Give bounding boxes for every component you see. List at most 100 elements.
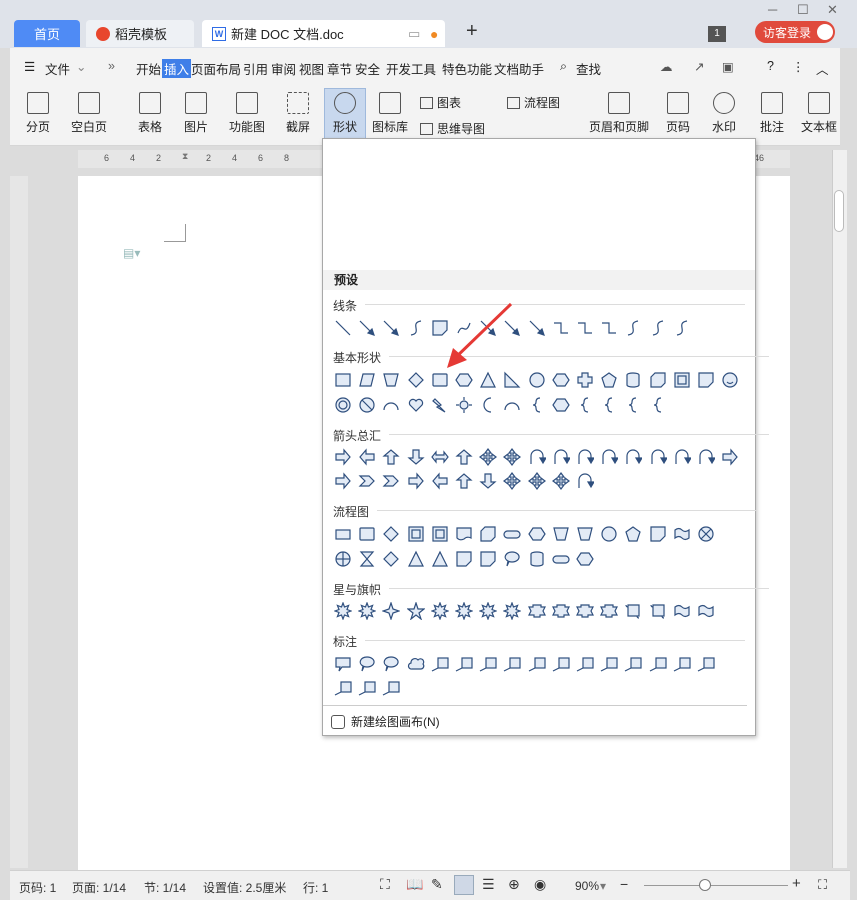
arrowline-shape-icon[interactable] xyxy=(355,317,379,339)
outline-view-icon[interactable]: ☰ xyxy=(482,876,495,893)
star4-shape-icon[interactable] xyxy=(379,600,403,622)
edit-mode-icon[interactable]: ✎ xyxy=(431,876,443,893)
curve-shape-icon[interactable] xyxy=(621,317,645,339)
tri-shape-icon[interactable] xyxy=(404,548,428,570)
menu-chapter[interactable]: 章节 xyxy=(327,59,352,78)
frame-shape-icon[interactable] xyxy=(428,523,452,545)
quad-shape-icon[interactable] xyxy=(500,470,524,492)
rtri-shape-icon[interactable] xyxy=(500,369,524,391)
fullscreen-icon[interactable]: ⛶ xyxy=(380,876,390,893)
collapse-ribbon-icon[interactable]: ︿ xyxy=(816,59,829,78)
flowchart-button[interactable]: 流程图 xyxy=(507,94,560,111)
uarrow-shape-icon[interactable] xyxy=(379,446,403,468)
pcircle-shape-icon[interactable] xyxy=(331,548,355,570)
maximize-button[interactable]: ☐ xyxy=(797,2,809,18)
cube-shape-icon[interactable] xyxy=(645,369,669,391)
brace-shape-icon[interactable] xyxy=(525,394,549,416)
uturn-shape-icon[interactable] xyxy=(525,446,549,468)
fold-shape-icon[interactable] xyxy=(645,523,669,545)
scrollbar-thumb[interactable] xyxy=(834,190,844,232)
wave-shape-icon[interactable] xyxy=(670,523,694,545)
zoom-in-button[interactable]: + xyxy=(792,875,801,892)
callout-shape-icon[interactable] xyxy=(331,653,355,675)
status-section[interactable]: 节: 1/14 xyxy=(144,879,186,896)
brace-shape-icon[interactable] xyxy=(573,394,597,416)
term-shape-icon[interactable] xyxy=(549,548,573,570)
quad-shape-icon[interactable] xyxy=(525,470,549,492)
chevron-shape-icon[interactable] xyxy=(355,470,379,492)
burst-shape-icon[interactable] xyxy=(476,600,500,622)
uturn-shape-icon[interactable] xyxy=(573,470,597,492)
fold-shape-icon[interactable] xyxy=(476,548,500,570)
star5-shape-icon[interactable] xyxy=(404,600,428,622)
search-icon[interactable]: ⌕ xyxy=(560,59,567,74)
ribbon-shape-icon[interactable] xyxy=(573,600,597,622)
function-chart-button[interactable]: 功能图 xyxy=(222,92,272,135)
mindmap-button[interactable]: 思维导图 xyxy=(420,120,485,137)
lcall-shape-icon[interactable] xyxy=(573,653,597,675)
menu-doc-assistant[interactable]: 文档助手 xyxy=(494,59,544,78)
rect-shape-icon[interactable] xyxy=(331,369,355,391)
brace-shape-icon[interactable] xyxy=(621,394,645,416)
frame-shape-icon[interactable] xyxy=(404,523,428,545)
ribbon-shape-icon[interactable] xyxy=(525,600,549,622)
arc-shape-icon[interactable] xyxy=(379,394,403,416)
curve-shape-icon[interactable] xyxy=(404,317,428,339)
menu-file[interactable]: 文件 xyxy=(45,59,70,78)
uturn-shape-icon[interactable] xyxy=(670,446,694,468)
close-button[interactable]: ✕ xyxy=(827,2,838,18)
lcall-shape-icon[interactable] xyxy=(452,653,476,675)
can-shape-icon[interactable] xyxy=(525,548,549,570)
burst-shape-icon[interactable] xyxy=(331,600,355,622)
para-shape-icon[interactable] xyxy=(355,369,379,391)
diamond-shape-icon[interactable] xyxy=(379,548,403,570)
wave-shape-icon[interactable] xyxy=(694,600,718,622)
web-view-icon[interactable]: ⊕ xyxy=(508,876,520,893)
lcall-shape-icon[interactable] xyxy=(525,653,549,675)
status-page-number[interactable]: 页码: 1 xyxy=(19,879,56,896)
trap-shape-icon[interactable] xyxy=(379,369,403,391)
status-pages[interactable]: 页面: 1/14 xyxy=(72,879,126,896)
term-shape-icon[interactable] xyxy=(500,523,524,545)
doc-shape-icon[interactable] xyxy=(452,523,476,545)
uturn-shape-icon[interactable] xyxy=(573,446,597,468)
chart-button[interactable]: 图表 xyxy=(420,94,461,111)
rrect-shape-icon[interactable] xyxy=(355,523,379,545)
elbow-shape-icon[interactable] xyxy=(549,317,573,339)
elbow-shape-icon[interactable] xyxy=(573,317,597,339)
smile-shape-icon[interactable] xyxy=(718,369,742,391)
burst-shape-icon[interactable] xyxy=(452,600,476,622)
lcall-shape-icon[interactable] xyxy=(379,677,403,699)
hex-shape-icon[interactable] xyxy=(452,369,476,391)
diamond-shape-icon[interactable] xyxy=(379,523,403,545)
wave-shape-icon[interactable] xyxy=(670,600,694,622)
lrarrow-shape-icon[interactable] xyxy=(428,446,452,468)
rarrow-shape-icon[interactable] xyxy=(331,446,355,468)
arrowline-shape-icon[interactable] xyxy=(379,317,403,339)
darrow-shape-icon[interactable] xyxy=(404,446,428,468)
share-icon[interactable]: ↗ xyxy=(694,59,704,74)
chevron-down-icon[interactable]: ⌄ xyxy=(76,59,86,74)
lcall-shape-icon[interactable] xyxy=(476,653,500,675)
uarrow-shape-icon[interactable] xyxy=(452,470,476,492)
lcall-shape-icon[interactable] xyxy=(670,653,694,675)
arc-shape-icon[interactable] xyxy=(500,394,524,416)
fit-window-icon[interactable]: ⛶ xyxy=(818,877,827,893)
lcall-shape-icon[interactable] xyxy=(645,653,669,675)
burst-shape-icon[interactable] xyxy=(500,600,524,622)
menu-review[interactable]: 审阅 xyxy=(271,59,296,78)
lcall-shape-icon[interactable] xyxy=(621,653,645,675)
zoom-out-button[interactable]: − xyxy=(620,876,628,892)
ocall-shape-icon[interactable] xyxy=(379,653,403,675)
cross-shape-icon[interactable] xyxy=(573,369,597,391)
shape-button[interactable]: 形状 xyxy=(324,88,366,142)
help-icon[interactable]: ? xyxy=(767,59,774,73)
blank-page-button[interactable]: 空白页 xyxy=(64,92,114,135)
tri-shape-icon[interactable] xyxy=(476,369,500,391)
minimize-button[interactable]: ─ xyxy=(768,2,777,17)
menu-insert[interactable]: 插入 xyxy=(162,59,192,78)
watermark-button[interactable]: 水印 xyxy=(702,92,746,135)
xcircle-shape-icon[interactable] xyxy=(694,523,718,545)
screenshot-button[interactable]: 截屏 xyxy=(278,92,318,135)
brace-shape-icon[interactable] xyxy=(645,394,669,416)
